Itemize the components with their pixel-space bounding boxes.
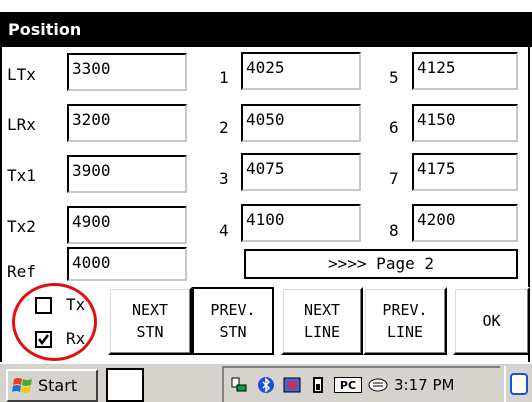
battery-icon[interactable] [308, 375, 328, 395]
sync-icon[interactable] [282, 375, 302, 395]
prev-stn-button[interactable]: PREV. STN [192, 287, 274, 355]
channel-7-label: 7 [389, 169, 399, 188]
clock[interactable]: 3:17 PM [394, 376, 454, 394]
ref-label: Ref [7, 262, 36, 281]
channel-6-field[interactable]: 4150 [412, 104, 518, 142]
prev-line-line2: LINE [386, 323, 424, 341]
tx2-field[interactable]: 4900 [67, 206, 187, 244]
next-stn-line1: NEXT [131, 301, 169, 319]
tx1-field[interactable]: 3900 [67, 155, 187, 193]
ok-button[interactable]: OK [453, 287, 530, 355]
ltx-field[interactable]: 3300 [67, 53, 187, 91]
lrx-label: LRx [7, 115, 36, 134]
tx1-label: Tx1 [7, 166, 36, 185]
channel-8-field[interactable]: 4200 [412, 204, 518, 242]
ok-label: OK [482, 312, 501, 330]
prev-stn-line2: STN [219, 323, 247, 341]
next-line-button[interactable]: NEXT LINE [281, 287, 363, 355]
taskbar-scroll-right[interactable] [504, 366, 532, 402]
pc-connection-icon[interactable]: PC [334, 377, 362, 393]
page-2-button[interactable]: >>>> Page 2 [244, 249, 518, 279]
title-bar: Position [0, 0, 532, 47]
channel-3-label: 3 [219, 169, 229, 188]
next-line-line2: LINE [303, 323, 341, 341]
highlight-circle [12, 283, 97, 361]
input-panel-icon[interactable] [368, 375, 388, 395]
next-line-line1: NEXT [303, 301, 341, 319]
taskbar-input-slot[interactable] [106, 368, 144, 402]
bluetooth-icon[interactable] [256, 375, 276, 395]
window-title: Position [8, 20, 82, 39]
next-stn-line2: STN [136, 323, 164, 341]
start-button[interactable]: Start [6, 369, 98, 402]
prev-line-button[interactable]: PREV. LINE [363, 287, 447, 355]
ref-field[interactable]: 4000 [67, 247, 187, 281]
channel-5-field[interactable]: 4125 [412, 52, 518, 90]
channel-2-label: 2 [219, 118, 229, 137]
channel-4-field[interactable]: 4100 [241, 204, 361, 242]
tx2-label: Tx2 [7, 217, 36, 236]
channel-1-field[interactable]: 4025 [241, 52, 361, 90]
app-switch-icon [510, 373, 528, 395]
next-stn-button[interactable]: NEXT STN [108, 287, 192, 355]
prev-stn-line1: PREV. [210, 301, 256, 319]
channel-4-label: 4 [219, 221, 229, 240]
channel-7-field[interactable]: 4175 [412, 153, 518, 191]
channel-8-label: 8 [389, 221, 399, 240]
system-tray: PC 3:17 PM [222, 366, 500, 402]
channel-2-field[interactable]: 4050 [241, 104, 361, 142]
channel-3-field[interactable]: 4075 [241, 153, 361, 191]
channel-6-label: 6 [389, 118, 399, 137]
channel-1-label: 1 [219, 68, 229, 87]
ltx-label: LTx [7, 65, 36, 84]
prev-line-line1: PREV. [382, 301, 428, 319]
lrx-field[interactable]: 3200 [67, 104, 187, 142]
network-icon[interactable] [230, 375, 250, 395]
channel-5-label: 5 [389, 68, 399, 87]
start-label: Start [38, 376, 78, 395]
windows-logo-icon [12, 377, 32, 393]
